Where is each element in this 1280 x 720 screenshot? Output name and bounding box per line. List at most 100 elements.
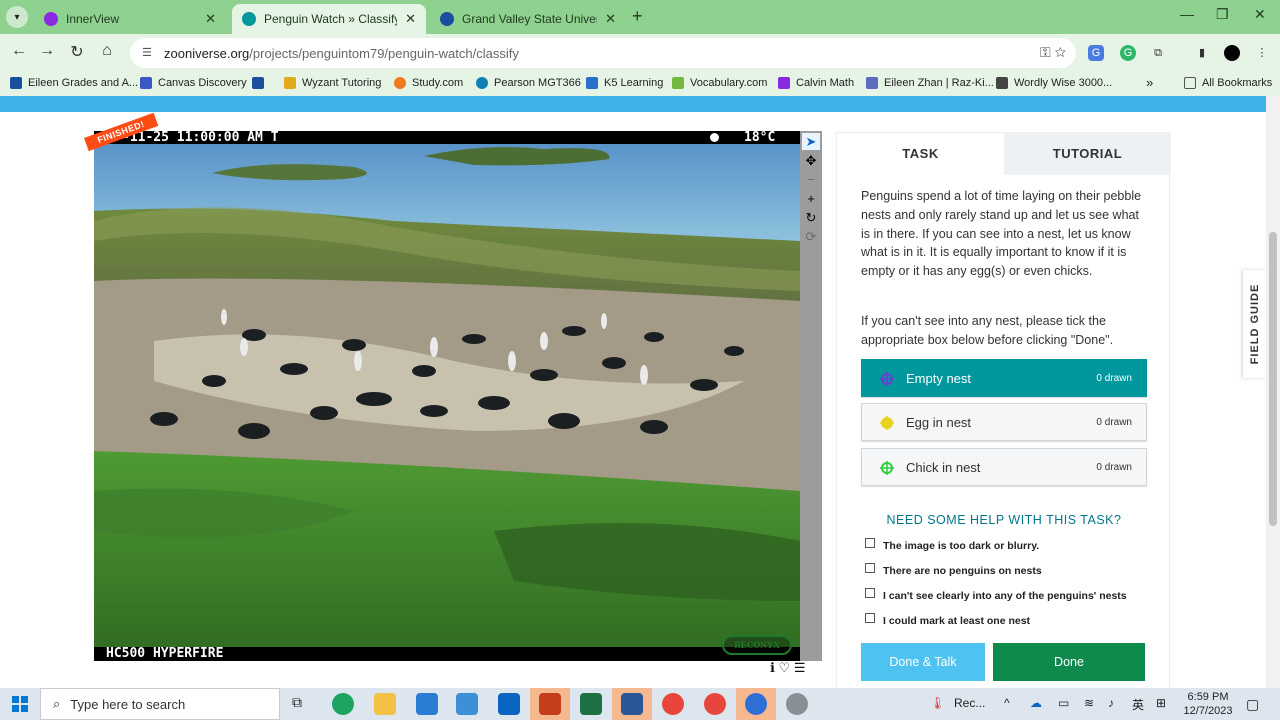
bookmark-item[interactable]: Study.com <box>394 77 463 89</box>
tool-count: 0 drawn <box>1096 461 1132 473</box>
taskbar-search[interactable]: ⌕ Type here to search <box>40 688 280 720</box>
keyboard-layout-icon[interactable]: ⊞ <box>1156 696 1166 710</box>
reconyx-logo: RECONYX <box>722 635 792 655</box>
more-bookmarks-button[interactable]: » <box>1146 75 1153 90</box>
chrome-profile-icon[interactable] <box>704 693 726 715</box>
checkbox-marked-one[interactable]: I could mark at least one nest <box>865 613 1030 627</box>
battery-icon[interactable]: ▭ <box>1058 696 1069 710</box>
checkbox[interactable] <box>865 613 875 623</box>
weather-icon[interactable]: 🌡 <box>930 696 945 710</box>
new-tab-button[interactable]: + <box>632 6 643 27</box>
bookmark-label: K5 Learning <box>604 77 664 89</box>
tab-gvsu[interactable]: Grand Valley State University ✕ <box>430 4 626 34</box>
back-button[interactable]: ← <box>8 42 30 60</box>
bookmark-item[interactable]: K5 Learning <box>586 77 663 89</box>
subject-image[interactable]: -11-25 11:00:00 AM T 18°C HC500 HYPERFIR… <box>94 131 800 661</box>
word-icon[interactable] <box>621 693 643 715</box>
home-button[interactable]: ⌂ <box>96 42 118 60</box>
windows-start-icon[interactable] <box>12 696 28 712</box>
checkbox-no-penguins[interactable]: There are no penguins on nests <box>865 563 1042 577</box>
checkbox[interactable] <box>865 563 875 573</box>
field-guide-tab[interactable]: FIELD GUIDE <box>1243 270 1267 378</box>
zooniverse-favicon-icon <box>242 12 256 26</box>
notifications-icon[interactable]: ▢ <box>1246 696 1259 713</box>
pointer-tool-icon[interactable]: ➤ <box>802 133 820 150</box>
bookmark-item[interactable] <box>252 77 270 89</box>
checkbox-too-dark[interactable]: The image is too dark or blurry. <box>865 538 1039 552</box>
all-bookmarks-button[interactable]: All Bookmarks <box>1184 77 1272 89</box>
scrollbar-thumb[interactable] <box>1269 232 1277 526</box>
onedrive-icon[interactable]: ☁ <box>1030 696 1042 710</box>
close-tab-icon[interactable]: ✕ <box>405 11 416 27</box>
system-clock[interactable]: 6:59 PM 12/7/2023 <box>1180 690 1236 718</box>
weather-text[interactable]: Rec... <box>954 696 985 710</box>
bookmark-item[interactable]: Eileen Grades and A... <box>10 77 138 89</box>
reload-button[interactable]: ↻ <box>66 42 88 62</box>
translate-extension-icon[interactable]: G <box>1088 45 1104 61</box>
site-info-icon[interactable]: ☰ <box>142 46 156 60</box>
restore-button[interactable]: ❐ <box>1216 6 1229 23</box>
reset-view-icon[interactable]: ⟳ <box>802 228 820 245</box>
window-close-button[interactable]: ✕ <box>1254 6 1266 23</box>
password-and-bookmark-star-icon[interactable]: ⚿ ☆ <box>1040 44 1066 61</box>
page-scrollbar[interactable] <box>1266 96 1280 688</box>
forward-button[interactable]: → <box>36 42 58 60</box>
tab-tutorial[interactable]: TUTORIAL <box>1004 133 1171 175</box>
bookmark-item[interactable]: Pearson MGT366 <box>476 77 581 89</box>
checkbox-cant-see[interactable]: I can't see clearly into any of the peng… <box>865 588 1127 602</box>
crosshair-icon <box>880 416 894 430</box>
bookmark-item[interactable]: Eileen Zhan | Raz-Ki... <box>866 77 994 89</box>
chrome-app-icon[interactable] <box>745 693 767 715</box>
profile-avatar[interactable] <box>1224 45 1240 61</box>
grammarly-extension-icon[interactable]: G <box>1120 45 1136 61</box>
volume-icon[interactable]: ♪ <box>1108 696 1114 710</box>
store-icon[interactable] <box>416 693 438 715</box>
excel-icon[interactable] <box>580 693 602 715</box>
zoom-in-icon[interactable]: + <box>802 190 820 207</box>
checkbox[interactable] <box>865 538 875 548</box>
tab-innerview[interactable]: InnerView ✕ <box>34 4 226 34</box>
done-button[interactable]: Done <box>993 643 1145 681</box>
zoom-out-icon[interactable]: − <box>802 171 820 188</box>
innerview-favicon-icon <box>44 12 58 26</box>
chrome-icon[interactable] <box>662 693 684 715</box>
image-toolbar: ➤ ✥ − + ↻ ⟳ <box>800 131 822 661</box>
ime-language[interactable]: 英 <box>1132 696 1144 713</box>
minimize-button[interactable]: — <box>1180 6 1194 22</box>
tray-overflow-icon[interactable]: ^ <box>1004 696 1010 710</box>
close-tab-icon[interactable]: ✕ <box>205 11 216 27</box>
move-tool-icon[interactable]: ✥ <box>802 152 820 169</box>
field-guide-label: FIELD GUIDE <box>1249 283 1261 365</box>
done-and-talk-button[interactable]: Done & Talk <box>861 643 985 681</box>
checkbox[interactable] <box>865 588 875 598</box>
chick-in-nest-tool-button[interactable]: Chick in nest 0 drawn <box>861 448 1147 486</box>
edge-icon[interactable] <box>332 693 354 715</box>
tab-task[interactable]: TASK <box>837 133 1004 175</box>
tab-search-button[interactable]: ▾ <box>6 6 28 28</box>
task-view-icon[interactable]: ⧉ <box>292 694 302 711</box>
egg-in-nest-tool-button[interactable]: Egg in nest 0 drawn <box>861 403 1147 441</box>
mail-icon[interactable] <box>456 693 478 715</box>
subject-meta-icons[interactable]: ℹ ♡ ☰ <box>770 660 805 676</box>
bookmark-item[interactable]: Wordly Wise 3000... <box>996 77 1112 89</box>
wifi-icon[interactable]: ≋ <box>1084 696 1094 710</box>
empty-nest-tool-button[interactable]: Empty nest 0 drawn <box>861 359 1147 397</box>
penguin-colony-photo[interactable] <box>94 131 800 661</box>
rotate-icon[interactable]: ↻ <box>802 209 820 226</box>
bookmark-item[interactable]: Vocabulary.com <box>672 77 767 89</box>
outlook-icon[interactable] <box>498 693 520 715</box>
address-bar[interactable]: ☰ zooniverse.org/projects/penguintom79/p… <box>130 38 1076 68</box>
bookmark-item[interactable]: Calvin Math <box>778 77 854 89</box>
chrome-menu-icon[interactable]: ⋮ <box>1254 45 1270 61</box>
raz-kids-icon <box>866 77 878 89</box>
bookmark-item[interactable]: Canvas Discovery <box>140 77 247 89</box>
side-panel-icon[interactable]: ▮ <box>1194 45 1210 61</box>
close-tab-icon[interactable]: ✕ <box>605 11 616 27</box>
file-explorer-icon[interactable] <box>374 693 396 715</box>
tab-penguin-watch[interactable]: Penguin Watch » Classify — Zo ✕ <box>232 4 426 34</box>
bookmark-item[interactable]: Wyzant Tutoring <box>284 77 381 89</box>
extensions-puzzle-icon[interactable]: ⧉ <box>1150 45 1166 61</box>
windows-taskbar: ⌕ Type here to search ⧉ 🌡 Rec... ^ ☁ ▭ ≋ … <box>0 688 1280 720</box>
snipping-tool-icon[interactable] <box>786 693 808 715</box>
powerpoint-icon[interactable] <box>539 693 561 715</box>
